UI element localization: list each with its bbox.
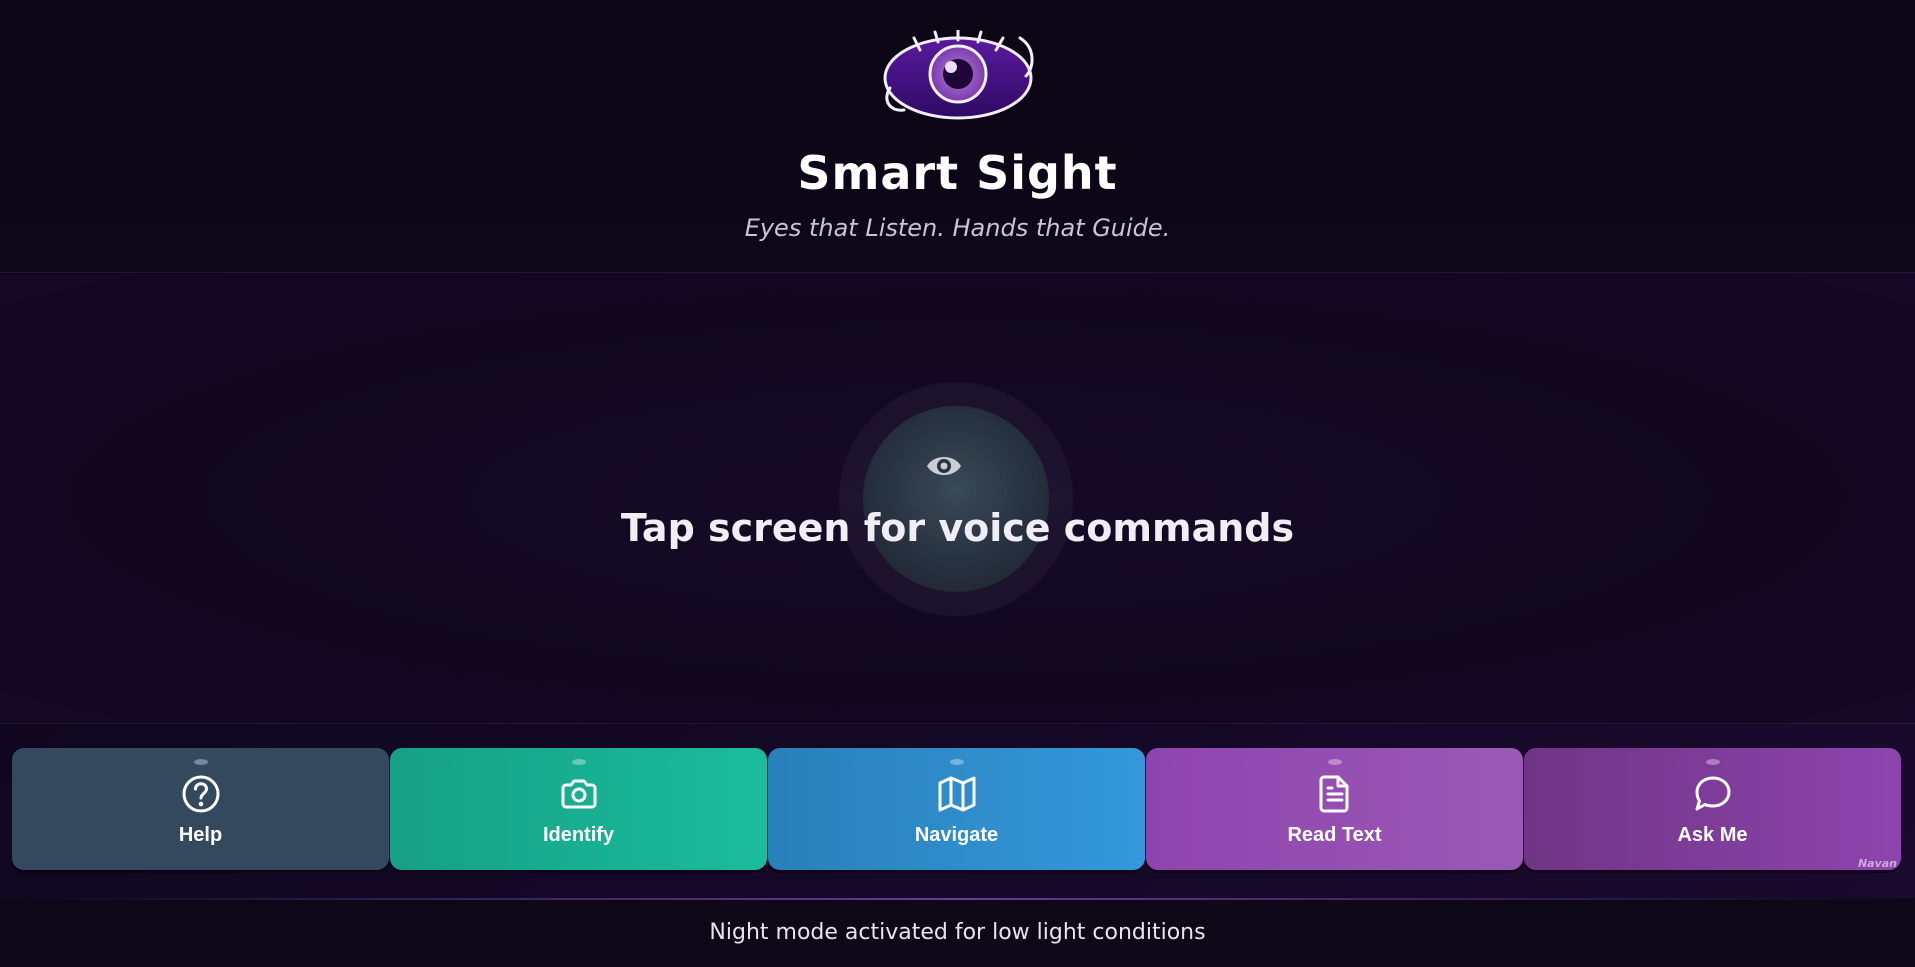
- indicator-dot: [193, 759, 208, 765]
- action-button-bar: Help Identify Navigate Read Text Ask Me …: [12, 748, 1902, 872]
- help-button[interactable]: Help: [12, 748, 389, 870]
- indicator-dot: [1327, 759, 1342, 765]
- eye-icon: [927, 457, 961, 475]
- read-text-button-label: Read Text: [1287, 824, 1382, 846]
- identify-button[interactable]: Identify: [390, 748, 767, 870]
- watermark-text: Navan: [1857, 857, 1897, 870]
- ask-me-button-label: Ask Me: [1677, 824, 1748, 846]
- navigate-button-label: Navigate: [914, 824, 999, 846]
- app-root: Smart Sight Eyes that Listen. Hands that…: [0, 0, 1915, 967]
- indicator-dot: [571, 759, 586, 765]
- map-icon: [938, 776, 975, 812]
- status-message: Night mode activated for low light condi…: [709, 920, 1206, 945]
- help-button-label: Help: [178, 824, 223, 846]
- voice-command-prompt: Tap screen for voice commands: [620, 506, 1295, 550]
- document-icon: [1319, 775, 1348, 813]
- voice-orb: [863, 406, 1049, 592]
- app-tagline: Eyes that Listen. Hands that Guide.: [744, 214, 1171, 242]
- voice-command-tap-area[interactable]: Tap screen for voice commands: [0, 274, 1915, 724]
- eye-logo-icon: [883, 30, 1034, 120]
- chat-bubble-icon: [1695, 776, 1730, 811]
- navigate-button[interactable]: Navigate: [768, 748, 1145, 870]
- indicator-dot: [1705, 759, 1720, 765]
- camera-icon: [561, 779, 596, 809]
- read-text-button[interactable]: Read Text: [1146, 748, 1523, 870]
- indicator-dot: [949, 759, 964, 765]
- status-footer: Night mode activated for low light condi…: [0, 898, 1915, 967]
- help-circle-icon: [182, 775, 219, 813]
- ask-me-button[interactable]: Ask Me Navan: [1524, 748, 1901, 870]
- footer-divider: [0, 898, 1915, 900]
- identify-button-label: Identify: [542, 824, 615, 846]
- app-title: Smart Sight: [797, 146, 1118, 200]
- app-header: Smart Sight Eyes that Listen. Hands that…: [0, 0, 1915, 273]
